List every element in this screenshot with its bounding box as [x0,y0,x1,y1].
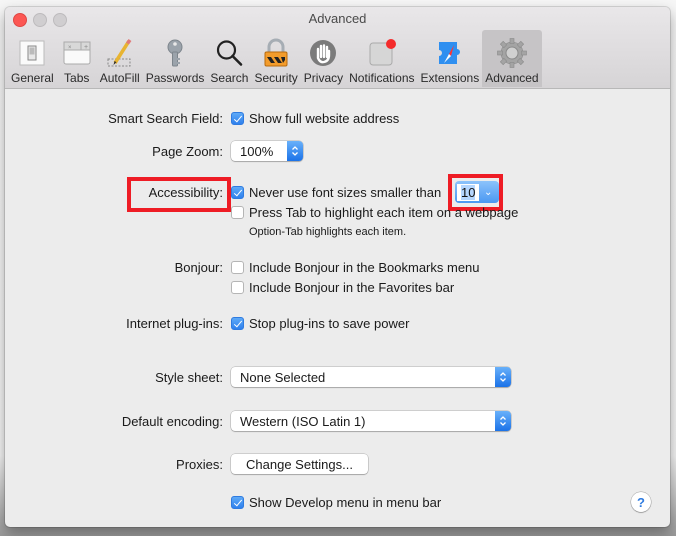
svg-text:×: × [68,45,72,51]
tab-highlight-option[interactable]: Press Tab to highlight each item on a we… [231,205,518,220]
bonjour-bookmarks-checkbox[interactable] [231,261,244,274]
up-down-arrows-icon [495,367,511,387]
hand-icon [306,36,340,70]
tab-search[interactable]: Search [207,30,251,87]
min-font-size-combobox[interactable]: 10 ⌄ [455,181,499,203]
note-text: Option-Tab highlights each item. [249,226,407,238]
title-bar: Advanced General × + Tabs AutoFill Passw… [5,7,670,89]
page-zoom-value: 100% [240,143,274,159]
tab-label: General [11,71,54,85]
style-sheet-label: Style sheet: [155,370,223,385]
option-text: Show full website address [249,111,400,126]
option-text: Include Bonjour in the Favorites bar [249,280,455,295]
tab-label: Search [210,71,249,85]
stop-plugins-checkbox[interactable] [231,317,244,330]
proxies-label: Proxies: [176,457,223,472]
tab-advanced[interactable]: Advanced [482,30,542,87]
tab-label: AutoFill [99,71,140,85]
tab-passwords[interactable]: Passwords [143,30,208,87]
show-develop-menu-option[interactable]: Show Develop menu in menu bar [231,495,441,510]
tab-general[interactable]: General [8,30,57,87]
show-develop-menu-checkbox[interactable] [231,496,244,509]
gear-icon [495,36,529,70]
preferences-window: Advanced General × + Tabs AutoFill Passw… [5,7,670,527]
stop-plugins-option[interactable]: Stop plug-ins to save power [231,316,409,331]
tab-autofill[interactable]: AutoFill [97,30,143,87]
tab-highlight-checkbox[interactable] [231,206,244,219]
preferences-toolbar: General × + Tabs AutoFill Passwords Sear… [5,30,542,88]
option-text: Show Develop menu in menu bar [249,495,442,510]
page-zoom-popup[interactable]: 100% [231,141,303,161]
general-switch-icon [15,36,49,70]
encoding-popup[interactable]: Western (ISO Latin 1) [231,411,511,431]
tab-label: Tabs [64,71,90,85]
option-tab-note: Option-Tab highlights each item. [249,226,406,238]
encoding-value: Western (ISO Latin 1) [240,413,366,429]
up-down-arrows-icon [287,141,303,161]
chevron-down-icon: ⌄ [484,186,493,198]
tab-label: Privacy [303,71,344,85]
tab-label: Security [254,71,298,85]
encoding-label: Default encoding: [121,414,223,429]
bonjour-favorites-option[interactable]: Include Bonjour in the Favorites bar [231,280,454,295]
tab-privacy[interactable]: Privacy [301,30,346,87]
page-zoom-label: Page Zoom: [152,144,223,159]
tabs-icon: × + [60,36,94,70]
accessibility-label: Accessibility: [148,185,223,200]
tab-label: Notifications [349,71,415,85]
min-font-size-value[interactable]: 10 [457,183,480,201]
option-text: Press Tab to highlight each item on a we… [249,205,519,220]
tab-tabs[interactable]: × + Tabs [57,30,97,87]
tab-label: Extensions [420,71,480,85]
min-font-size-option[interactable]: Never use font sizes smaller than [231,185,441,200]
bonjour-label: Bonjour: [174,260,223,275]
tab-notifications[interactable]: Notifications [346,30,417,87]
help-button[interactable]: ? [631,492,651,512]
option-text: Stop plug-ins to save power [249,316,410,331]
tab-label: Advanced [485,71,539,85]
autofill-pencil-icon [103,36,137,70]
tab-security[interactable]: Security [251,30,300,87]
option-text: Include Bonjour in the Bookmarks menu [249,260,480,275]
magnifier-icon [212,36,246,70]
svg-text:+: + [84,44,88,51]
extensions-puzzle-compass-icon [433,36,467,70]
padlock-icon [259,36,293,70]
style-sheet-popup[interactable]: None Selected [231,367,511,387]
tab-label: Passwords [145,71,205,85]
style-sheet-value: None Selected [240,369,326,385]
notifications-badge-icon [365,36,399,70]
min-font-size-checkbox[interactable] [231,186,244,199]
change-settings-button[interactable]: Change Settings... [231,454,368,474]
plugins-label: Internet plug-ins: [126,316,223,331]
bonjour-bookmarks-option[interactable]: Include Bonjour in the Bookmarks menu [231,260,480,275]
bonjour-favorites-checkbox[interactable] [231,281,244,294]
key-icon [158,36,192,70]
tab-extensions[interactable]: Extensions [418,30,483,87]
show-full-address-checkbox[interactable] [231,112,244,125]
advanced-settings-pane: Smart Search Field: Show full website ad… [5,89,670,527]
smart-search-label: Smart Search Field: [108,111,223,126]
show-full-address-option[interactable]: Show full website address [231,111,399,126]
window-title: Advanced [308,11,367,26]
option-text: Never use font sizes smaller than [249,185,442,200]
up-down-arrows-icon [495,411,511,431]
